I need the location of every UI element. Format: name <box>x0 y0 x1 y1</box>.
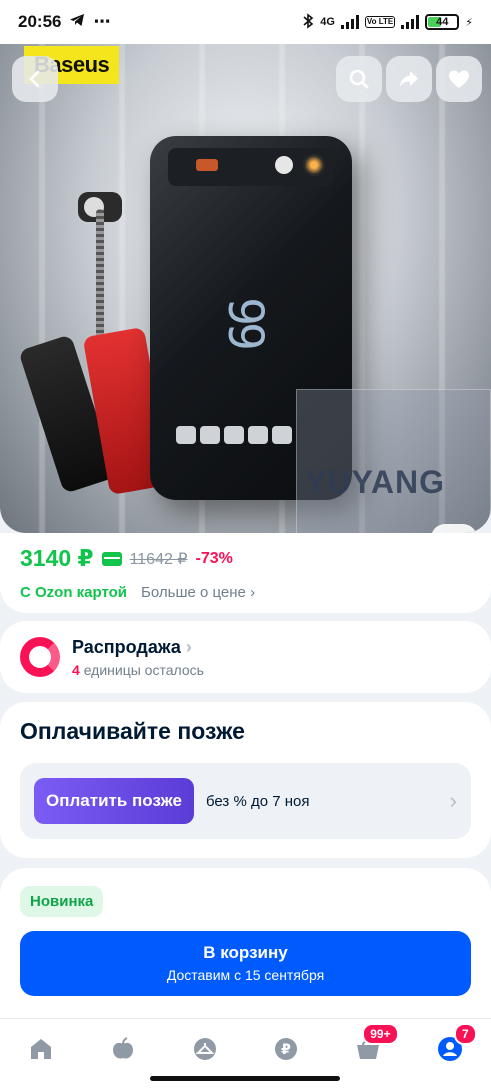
cart-badge: 99+ <box>362 1023 399 1045</box>
network-type: 4G <box>320 16 335 28</box>
chevron-left-icon <box>29 70 40 88</box>
product-image[interactable]: 99 YUYANG Baseus <box>0 44 491 533</box>
home-indicator[interactable] <box>150 1076 340 1081</box>
status-time: 20:56 <box>18 12 62 31</box>
share-button[interactable] <box>386 56 432 102</box>
nav-home[interactable] <box>21 1029 61 1069</box>
new-badge: Новинка <box>20 886 104 917</box>
bluetooth-icon <box>302 12 314 32</box>
pay-later-button[interactable]: Оплатить позже <box>34 778 194 824</box>
search-button[interactable] <box>336 56 382 102</box>
device-display: 99 <box>216 297 273 347</box>
nav-profile[interactable]: 7 <box>430 1023 477 1069</box>
remaining-count: 4 <box>72 661 80 678</box>
chevron-right-icon: › <box>250 584 256 601</box>
add-to-cart-button[interactable]: В корзину Доставим с 15 сентября <box>20 931 471 996</box>
watermark-overlay <box>296 389 491 533</box>
telegram-icon <box>69 12 85 33</box>
chevron-right-icon: › <box>185 636 192 657</box>
hanger-icon <box>193 1038 216 1060</box>
favorite-button[interactable] <box>436 56 482 102</box>
pay-later-title: Оплачивайте позже <box>20 718 245 744</box>
visual-search-button[interactable] <box>431 524 477 533</box>
charging-icon: ⚡ <box>465 16 473 29</box>
price-details-label: Больше о цене <box>141 584 246 601</box>
more-notifications-icon: ⋯ <box>93 12 111 31</box>
search-icon <box>349 69 369 89</box>
home-icon <box>30 1039 51 1059</box>
heart-icon <box>449 70 469 88</box>
volte-icon: Vo LTE <box>364 16 396 28</box>
ozon-card-icon <box>101 551 122 566</box>
old-price: 11642 ₽ <box>129 550 188 568</box>
signal-2-icon <box>401 15 420 29</box>
discount-label: -73% <box>195 549 233 567</box>
signal-icon <box>340 15 359 29</box>
battery-level: 44 <box>436 16 449 28</box>
price-details-link[interactable]: Больше о цене › <box>141 584 255 601</box>
watermark-text: YUYANG <box>305 464 445 500</box>
sale-banner[interactable]: Распродажа › 4 единицы осталось <box>0 621 491 693</box>
add-to-cart-label: В корзину <box>203 943 288 962</box>
back-button[interactable] <box>12 56 58 102</box>
delivery-date: Доставим с 15 сентября <box>166 967 325 983</box>
ruble-icon: ₽ <box>275 1038 298 1060</box>
share-icon <box>400 71 418 87</box>
ozon-card-label: С Ozon картой <box>20 584 128 601</box>
svg-text:₽: ₽ <box>282 1042 292 1058</box>
nav-finance[interactable]: ₽ <box>266 1029 306 1069</box>
remaining-label: единицы осталось <box>83 661 204 678</box>
nav-catalog[interactable] <box>185 1029 225 1069</box>
sale-title: Распродажа <box>72 636 181 657</box>
sale-logo-icon <box>20 637 60 677</box>
air-hose-illustration <box>96 209 104 339</box>
battery-icon: 44 <box>425 14 460 30</box>
nav-cart[interactable]: 99+ <box>348 1023 399 1069</box>
nav-fresh[interactable] <box>103 1029 143 1069</box>
pay-later-terms: без % до 7 ноя <box>205 792 310 810</box>
pay-later-option[interactable]: Оплатить позже без % до 7 ноя › <box>20 763 471 839</box>
apple-icon <box>112 1037 133 1059</box>
profile-badge: 7 <box>454 1023 477 1045</box>
purchase-section: Новинка В корзину Доставим с 15 сентября <box>0 868 491 1018</box>
status-bar: 20:56 ⋯ 4G Vo LTE 44 ⚡ <box>0 0 491 44</box>
chevron-right-icon: › <box>449 788 457 813</box>
current-price: 3140 ₽ <box>20 545 94 571</box>
pay-later-section: Оплачивайте позже Оплатить позже без % д… <box>0 702 491 858</box>
price-section: 3140 ₽ 11642 ₽ -73% С Ozon картой Больше… <box>0 533 491 613</box>
